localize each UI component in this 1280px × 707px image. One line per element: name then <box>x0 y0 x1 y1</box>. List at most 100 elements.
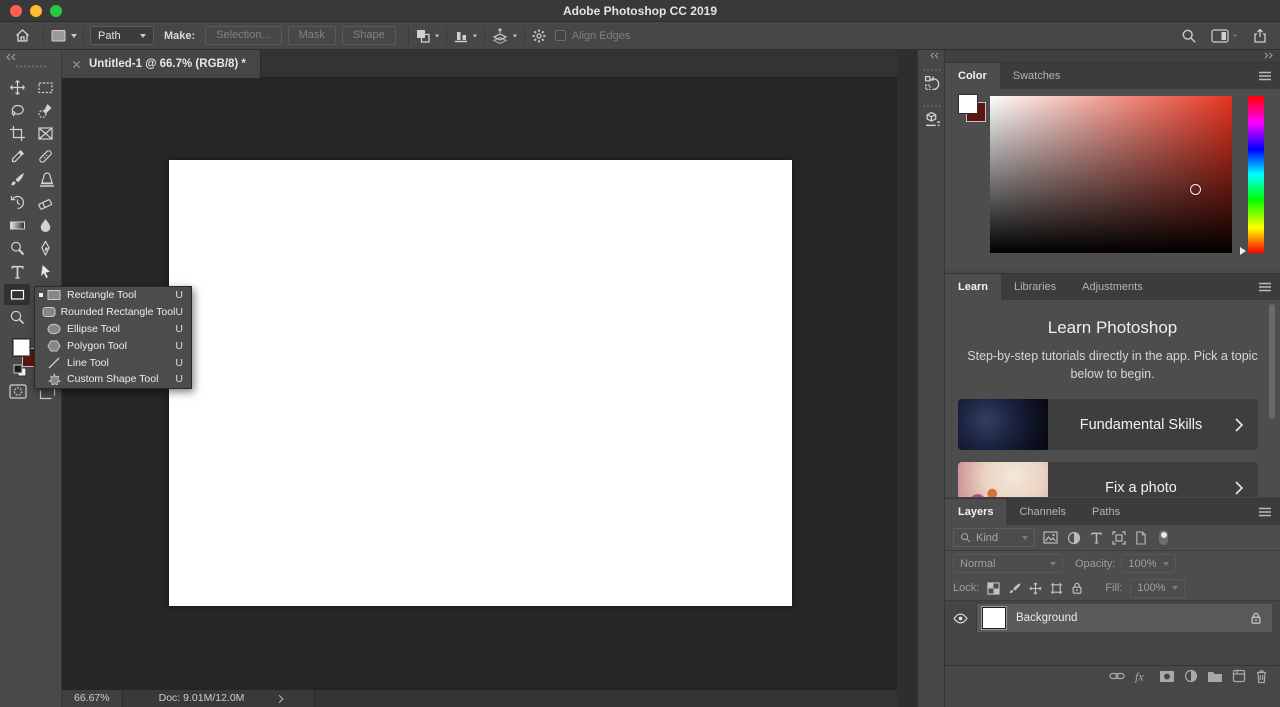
tab-channels[interactable]: Channels <box>1006 499 1078 525</box>
filter-shape-icon[interactable] <box>1112 531 1126 545</box>
history-brush-tool[interactable] <box>4 192 30 213</box>
marquee-tool[interactable] <box>32 77 58 98</box>
dodge-tool[interactable] <box>4 238 30 259</box>
filter-on-off-toggle[interactable] <box>1159 530 1168 545</box>
flyout-item-rectangle-tool[interactable]: Rectangle Tool U <box>35 287 191 304</box>
status-options-chevron-icon[interactable] <box>278 694 284 704</box>
tab-color[interactable]: Color <box>945 63 1000 89</box>
flyout-item-line-tool[interactable]: Line Tool U <box>35 354 191 371</box>
pen-tool[interactable] <box>32 238 58 259</box>
scrollbar[interactable] <box>1269 304 1275 419</box>
filter-image-icon[interactable] <box>1043 531 1058 544</box>
document-tab[interactable]: Untitled-1 @ 66.7% (RGB/8) * <box>62 50 261 78</box>
path-alignment-button[interactable] <box>453 28 478 44</box>
workspace-switcher-button[interactable] <box>1211 29 1238 43</box>
frame-tool[interactable] <box>32 123 58 144</box>
canvas[interactable] <box>169 160 792 606</box>
toolbar-grip[interactable] <box>16 65 46 68</box>
eyedropper-tool[interactable] <box>4 146 30 167</box>
crop-tool[interactable] <box>4 123 30 144</box>
collapse-panels-button[interactable] <box>1263 52 1274 59</box>
foreground-color-swatch[interactable] <box>12 338 31 357</box>
gradient-tool[interactable] <box>4 215 30 236</box>
layer-row-content[interactable]: Background <box>977 604 1272 632</box>
delete-layer-icon[interactable] <box>1255 669 1268 684</box>
collapse-toolbar-button[interactable] <box>5 53 17 61</box>
layer-thumbnail[interactable] <box>982 607 1006 629</box>
link-layers-icon[interactable] <box>1109 671 1125 681</box>
tab-swatches[interactable]: Swatches <box>1000 63 1074 89</box>
add-layer-mask-icon[interactable] <box>1159 670 1175 683</box>
opacity-value-dropdown[interactable]: 100% <box>1121 554 1176 573</box>
eraser-tool[interactable] <box>32 192 58 213</box>
lock-transparency-icon[interactable] <box>987 582 1000 595</box>
flyout-item-ellipse-tool[interactable]: Ellipse Tool U <box>35 321 191 338</box>
history-panel-button[interactable] <box>920 66 944 96</box>
lock-position-icon[interactable] <box>1029 582 1042 595</box>
zoom-level-field[interactable]: 66.67% <box>62 690 123 707</box>
path-selection-tool[interactable] <box>32 261 58 282</box>
tab-libraries[interactable]: Libraries <box>1001 274 1069 300</box>
make-mask-button[interactable]: Mask <box>287 26 336 45</box>
layer-style-fx-icon[interactable] <box>1134 669 1150 683</box>
lock-artboard-icon[interactable] <box>1050 582 1063 595</box>
search-button[interactable] <box>1181 28 1197 44</box>
tab-layers[interactable]: Layers <box>945 499 1007 525</box>
path-arrangement-button[interactable] <box>491 28 518 44</box>
filter-type-icon[interactable] <box>1090 531 1103 544</box>
blend-mode-dropdown[interactable]: Normal <box>953 554 1063 573</box>
quick-selection-tool[interactable] <box>32 100 58 121</box>
path-operations-button[interactable] <box>415 28 440 44</box>
panel-menu-icon[interactable] <box>1258 70 1272 82</box>
tab-learn[interactable]: Learn <box>945 274 1001 300</box>
saturation-brightness-field[interactable] <box>990 96 1232 253</box>
rectangle-tool[interactable] <box>4 284 30 305</box>
hue-slider-handle-icon[interactable] <box>1240 247 1246 255</box>
layer-visibility-toggle[interactable] <box>945 604 977 632</box>
blur-tool[interactable] <box>32 215 58 236</box>
layer-row-background[interactable]: Background <box>945 604 1280 632</box>
new-group-icon[interactable] <box>1207 670 1223 683</box>
expand-panels-button[interactable] <box>929 52 940 59</box>
type-tool[interactable] <box>4 261 30 282</box>
panel-menu-icon[interactable] <box>1258 506 1272 518</box>
hue-slider[interactable] <box>1248 96 1264 253</box>
flyout-item-polygon-tool[interactable]: Polygon Tool U <box>35 337 191 354</box>
zoom-tool[interactable] <box>4 307 30 328</box>
filter-kind-dropdown[interactable]: Kind <box>953 528 1035 547</box>
panel-menu-icon[interactable] <box>1258 281 1272 293</box>
make-shape-button[interactable]: Shape <box>341 26 396 45</box>
brush-tool[interactable] <box>4 169 30 190</box>
doc-size-status[interactable]: Doc: 9.01M/12.0M <box>122 690 316 707</box>
flyout-item-custom-shape-tool[interactable]: Custom Shape Tool U <box>35 371 191 388</box>
filter-adjustment-icon[interactable] <box>1067 531 1081 545</box>
foreground-color-well[interactable] <box>958 94 978 114</box>
panel-grip <box>923 69 941 71</box>
lasso-tool[interactable] <box>4 100 30 121</box>
align-edges-checkbox[interactable] <box>554 30 566 41</box>
tool-mode-dropdown[interactable]: Path <box>90 26 154 45</box>
tool-options-gear-button[interactable] <box>531 28 547 44</box>
lock-pixels-icon[interactable] <box>1008 582 1021 595</box>
properties-panel-button[interactable] <box>920 102 944 132</box>
new-layer-icon[interactable] <box>1232 669 1246 683</box>
move-tool[interactable] <box>4 77 30 98</box>
color-picker-handle[interactable] <box>1190 184 1201 195</box>
share-button[interactable] <box>1252 28 1268 44</box>
healing-brush-tool[interactable] <box>32 146 58 167</box>
new-adjustment-layer-icon[interactable] <box>1184 669 1198 683</box>
fill-value-dropdown[interactable]: 100% <box>1130 578 1185 598</box>
make-selection-button[interactable]: Selection... <box>205 26 282 45</box>
flyout-item-rounded-rectangle-tool[interactable]: Rounded Rectangle Tool U <box>35 304 191 321</box>
tool-preset-picker[interactable] <box>50 28 77 44</box>
learn-card-fundamental-skills[interactable]: Fundamental Skills <box>958 399 1258 450</box>
filter-smart-object-icon[interactable] <box>1135 531 1147 545</box>
tab-paths[interactable]: Paths <box>1079 499 1133 525</box>
learn-card-fix-a-photo[interactable]: Fix a photo <box>958 462 1258 497</box>
home-button[interactable] <box>8 27 37 44</box>
tab-adjustments[interactable]: Adjustments <box>1069 274 1156 300</box>
close-document-icon[interactable] <box>72 60 81 69</box>
quick-mask-button[interactable] <box>9 384 27 399</box>
lock-all-icon[interactable] <box>1071 581 1083 595</box>
clone-stamp-tool[interactable] <box>32 169 58 190</box>
